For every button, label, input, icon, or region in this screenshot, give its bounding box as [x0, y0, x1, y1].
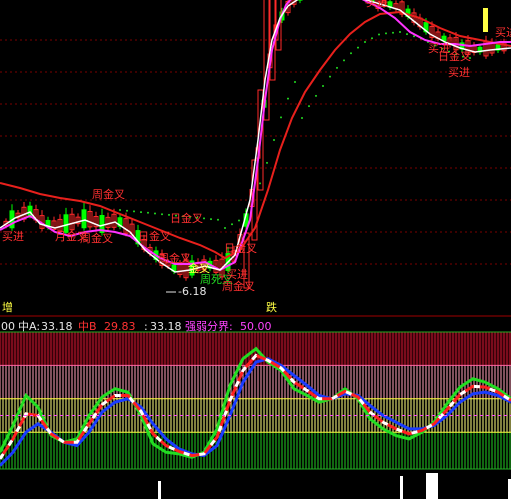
dot-signal-232	[231, 223, 233, 226]
volume-bar-2	[426, 473, 438, 499]
annotation-5: 日金叉	[138, 229, 171, 243]
annotation-2: 日金叉	[170, 211, 203, 225]
dot-signal-127	[126, 209, 128, 212]
zhong-a-label: 中A:	[18, 320, 41, 333]
volume-label-left: 增	[2, 301, 13, 314]
low-price-label: -6.18	[178, 285, 207, 298]
dot-signal-120	[119, 209, 121, 211]
annotation-12: 买进	[366, 0, 388, 9]
dot-signal-309	[308, 105, 310, 108]
dot-signal-204	[203, 217, 205, 220]
volume-bar-0	[158, 481, 161, 499]
annotation-4: 周金叉	[80, 231, 113, 245]
highlight-candle	[483, 8, 488, 32]
dot-signal-365	[364, 41, 366, 43]
dot-signal-148	[147, 211, 149, 214]
annotation-8: 金叉	[188, 261, 210, 275]
zhong-b-value: 29.83	[104, 320, 136, 333]
annotation-1: 周金叉	[92, 187, 125, 201]
dot-signal-155	[154, 212, 156, 215]
dot-signal-379	[378, 33, 380, 36]
dot-signal-407	[406, 33, 408, 36]
dot-signal-281	[280, 116, 282, 119]
dot-signal-386	[385, 32, 387, 35]
dot-signal-337	[336, 66, 338, 69]
dot-signal-218	[217, 218, 219, 221]
annotation-6: 周金叉	[158, 251, 191, 265]
dot-signal-211	[210, 218, 212, 221]
dot-signal-274	[273, 139, 275, 141]
annotation-15: 买进	[495, 26, 511, 39]
dot-signal-372	[371, 37, 373, 40]
dot-signal-302	[301, 117, 303, 119]
dot-signal-351	[350, 52, 352, 55]
dot-signal-393	[392, 31, 394, 34]
strength-label: 强弱分界:	[185, 320, 233, 333]
strength-value: 50.00	[240, 320, 272, 333]
dot-signal-288	[287, 97, 289, 100]
dot-signal-400	[399, 31, 401, 33]
zhong-a-value: 33.18	[41, 320, 73, 333]
dot-signal-162	[161, 213, 163, 216]
dot-signal-260	[259, 182, 261, 185]
annotation-11: 日金叉	[224, 241, 257, 255]
annotation-0: 买进	[2, 230, 24, 243]
dot-signal-316	[315, 94, 317, 97]
dot-signal-225	[224, 227, 226, 229]
candle-down	[81, 209, 87, 229]
dot-signal-330	[329, 75, 331, 78]
zhong-b-label: 中B	[78, 320, 97, 333]
dot-signal-239	[238, 219, 240, 222]
annotation-16: 买进	[428, 42, 450, 55]
main-chart-canvas[interactable]: 买进周金叉日金叉月金叉周金叉 日金叉周金叉周死叉金叉 买进周金叉日金叉买进买进日金叉…	[0, 0, 511, 499]
indicator-prefix: 00	[1, 320, 15, 333]
dot-signal-134	[133, 210, 135, 213]
dot-signal-344	[343, 59, 345, 62]
stock-chart-window: 买进 周金叉 日金叉 月金叉 周金叉 日金叉 周金叉 周死叉 金叉 买进 周金叉 日金叉 买进 买进 日金叉…	[0, 0, 511, 499]
dot-signal-295	[294, 81, 296, 83]
volume-bar-1	[400, 476, 403, 499]
annotation-13: 买进	[448, 66, 470, 79]
volume-label-center: 跌	[266, 301, 277, 314]
dot-signal-267	[266, 161, 268, 164]
dot-signal-358	[357, 46, 359, 49]
third-label: :	[144, 320, 148, 333]
dot-signal-141	[140, 211, 142, 214]
annotation-10: 周金叉	[222, 279, 255, 293]
dot-signal-323	[322, 85, 324, 87]
third-value: 33.18	[150, 320, 182, 333]
